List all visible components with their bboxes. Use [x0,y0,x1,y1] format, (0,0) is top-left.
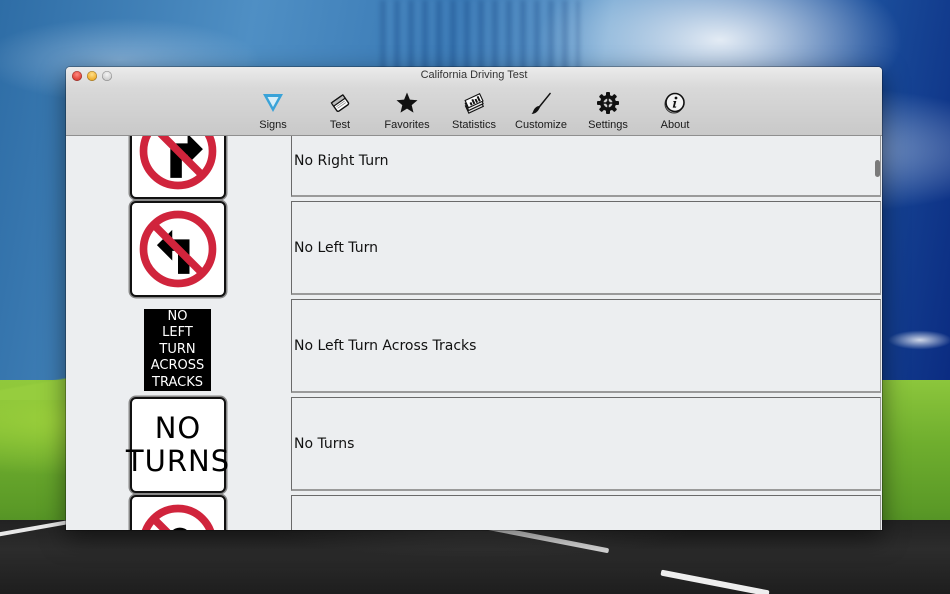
sign-name-cell[interactable]: No Left Turn [291,201,881,295]
list-item[interactable] [66,494,882,530]
sign-text-line: TRACKS [152,374,203,390]
list-item[interactable]: NO TURNS No Turns [66,396,882,494]
toolbar: Signs Test Favorites Statistics Customiz… [66,89,882,133]
info-icon [664,92,685,114]
toolbar-statistics-button[interactable]: Statistics [441,89,508,133]
wallpaper-cloud [880,300,950,380]
sign-text-line: ACROSS [150,358,205,374]
sign-text-line: TURN [159,341,196,357]
list-item[interactable]: No Right Turn [66,136,882,200]
sign-text-line: LEFT [162,325,193,341]
toolbar-test-button[interactable]: Test [307,89,374,133]
no-left-turn-sign [130,201,226,297]
sign-name-cell[interactable]: No Right Turn [291,136,881,197]
sign-name: No Left Turn [294,239,378,256]
toolbar-favorites-label: Favorites [384,119,430,131]
scrollbar-thumb[interactable] [875,160,880,177]
no-u-turn-sign [130,495,226,530]
list-item[interactable]: No Left Turn [66,200,882,298]
wallpaper-hill [0,370,70,400]
statistics-icon [464,93,485,114]
gear-icon [597,92,619,114]
yield-sign-icon [263,94,283,112]
sign-image-cell [130,201,226,297]
app-window: California Driving Test Signs Test Favor… [66,67,882,530]
list-item[interactable]: NO LEFT TURN ACROSS TRACKS No Left Turn … [66,298,882,396]
toolbar-signs-button[interactable]: Signs [240,89,307,133]
sign-text-line: TURNS [125,444,231,478]
sign-text-line: NO [167,308,188,324]
sign-text-line: NO [154,410,202,445]
no-left-turn-across-tracks-sign: NO LEFT TURN ACROSS TRACKS [144,309,211,391]
toolbar-favorites-button[interactable]: Favorites [374,89,441,133]
wallpaper-road [0,520,950,594]
test-paper-icon [330,94,350,113]
sign-image-cell: NO LEFT TURN ACROSS TRACKS [130,299,226,395]
toolbar-about-label: About [660,119,690,131]
sign-name-cell[interactable]: No Turns [291,397,881,491]
brush-icon [531,92,551,114]
sign-image-cell [130,495,226,530]
toolbar-test-label: Test [329,119,351,131]
no-turns-sign: NO TURNS [126,397,229,493]
sign-name: No Turns [294,435,355,452]
toolbar-settings-button[interactable]: Settings [575,89,642,133]
sign-name-cell[interactable]: No Left Turn Across Tracks [291,299,881,393]
window-title: California Driving Test [420,69,528,81]
no-right-turn-sign [130,136,226,199]
toolbar-customize-button[interactable]: Customize [508,89,575,133]
sign-image-cell [130,136,226,199]
sign-image-cell: NO TURNS [126,397,229,493]
toolbar-about-button[interactable]: About [642,89,709,133]
star-icon [396,92,418,113]
sign-name: No Right Turn [294,153,389,169]
toolbar-statistics-label: Statistics [451,119,496,131]
sign-name-cell[interactable] [291,495,881,530]
toolbar-customize-label: Customize [515,119,567,131]
titlebar: California Driving Test Signs Test Favor… [66,67,882,136]
signs-list[interactable]: No Right Turn No Left Turn NO LEFT TURN … [66,136,882,530]
sign-name: No Left Turn Across Tracks [294,337,477,354]
toolbar-signs-label: Signs [259,119,287,131]
toolbar-settings-label: Settings [588,119,628,131]
